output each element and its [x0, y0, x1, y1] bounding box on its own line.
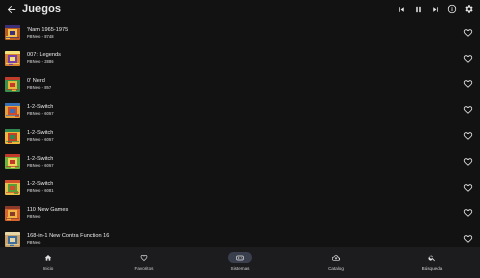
game-title: 0' Nerd [27, 78, 45, 85]
game-list-item[interactable]: 007: Legends FBNeo - 2886 [0, 46, 480, 72]
app-bar: Juegos [0, 0, 480, 18]
game-title: 1-2-Switch [27, 155, 54, 162]
heart-outline-icon [132, 252, 156, 263]
game-cover-thumbnail [5, 154, 20, 170]
game-cover-thumbnail [5, 51, 20, 67]
game-list-item[interactable]: 1-2-Switch FBNeo - 6057 [0, 149, 480, 175]
heart-outline-icon[interactable] [462, 156, 474, 168]
game-info: 168-in-1 New Contra Function 16 FBNeo [27, 233, 109, 246]
game-system: FBNeo - 8748 [27, 33, 54, 39]
game-list: 'Nam 1965-1975 FBNeo - 8748 007: Legends… [0, 20, 480, 252]
game-system: FBNeo [27, 240, 41, 246]
game-cover-thumbnail [5, 231, 20, 247]
nav-item-favoritos[interactable]: Favoritos [96, 247, 192, 278]
game-list-item[interactable]: 1-2-Switch FBNeo - 6057 [0, 97, 480, 123]
gamepad-icon [228, 252, 252, 263]
game-cover-thumbnail [5, 205, 20, 221]
nav-item-inicio[interactable]: Inicio [0, 247, 96, 278]
game-title: 1-2-Switch [27, 181, 54, 188]
game-system: FBNeo - 6057 [27, 111, 54, 117]
heart-outline-icon[interactable] [462, 78, 474, 90]
game-info: 1-2-Switch FBNeo - 6057 [27, 130, 54, 143]
game-system: FBNeo - 6081 [27, 188, 54, 194]
game-cover-thumbnail [5, 76, 20, 92]
nav-item-catalog[interactable]: Catalog [288, 247, 384, 278]
game-list-item[interactable]: 1-2-Switch FBNeo - 6057 [0, 123, 480, 149]
game-info: 1-2-Switch FBNeo - 6081 [27, 181, 54, 194]
toolbar-actions [391, 2, 476, 16]
game-cover-thumbnail [5, 25, 20, 41]
game-info: 'Nam 1965-1975 FBNeo - 8748 [27, 27, 68, 40]
home-icon [36, 252, 60, 263]
game-cover-thumbnail [5, 128, 20, 144]
heart-outline-icon[interactable] [462, 53, 474, 65]
heart-outline-icon[interactable] [462, 27, 474, 39]
game-info: 007: Legends FBNeo - 2886 [27, 52, 61, 65]
game-info: 1-2-Switch FBNeo - 6057 [27, 156, 54, 169]
game-title: 168-in-1 New Contra Function 16 [27, 233, 110, 240]
game-system: FBNeo [27, 214, 41, 220]
skip-next-icon[interactable] [428, 2, 442, 16]
settings-icon[interactable] [462, 2, 476, 16]
game-system: FBNeo - 2886 [27, 59, 54, 65]
search-icon [420, 252, 444, 263]
page-title: Juegos [22, 3, 62, 15]
game-cover-thumbnail [5, 102, 20, 118]
heart-outline-icon[interactable] [462, 104, 474, 116]
game-title: 007: Legends [27, 52, 61, 59]
nav-item-sistemas[interactable]: Sistemas [192, 247, 288, 278]
game-list-item[interactable]: 0' Nerd FBNeo - 857 [0, 72, 480, 98]
game-system: FBNeo - 6057 [27, 162, 54, 168]
cloud-download-icon [324, 252, 348, 263]
heart-outline-icon[interactable] [462, 182, 474, 194]
game-title: 1-2-Switch [27, 104, 54, 111]
game-list-item[interactable]: 'Nam 1965-1975 FBNeo - 8748 [0, 20, 480, 46]
game-info: 1-2-Switch FBNeo - 6057 [27, 104, 54, 117]
pause-icon[interactable] [411, 2, 425, 16]
game-system: FBNeo - 6057 [27, 136, 54, 142]
game-title: 1-2-Switch [27, 129, 54, 136]
game-title: 'Nam 1965-1975 [27, 26, 69, 33]
game-cover-thumbnail [5, 180, 20, 196]
nav-label: Sistemas [230, 266, 250, 271]
nav-label: Catalog [328, 266, 344, 271]
heart-outline-icon[interactable] [462, 233, 474, 245]
game-title: 110 New Games [27, 207, 69, 214]
game-system: FBNeo - 857 [27, 85, 52, 91]
arrow-left-icon[interactable] [2, 0, 20, 18]
nav-label: Favoritos [134, 266, 154, 271]
nav-item-b-squeda[interactable]: Búsqueda [384, 247, 480, 278]
bottom-navigation: Inicio Favoritos Sistemas Catalog Búsque… [0, 247, 480, 278]
heart-outline-icon[interactable] [462, 207, 474, 219]
skip-previous-icon[interactable] [394, 2, 408, 16]
nav-label: Búsqueda [421, 266, 443, 271]
game-list-item[interactable]: 1-2-Switch FBNeo - 6081 [0, 175, 480, 201]
game-list-item[interactable]: 110 New Games FBNeo [0, 201, 480, 227]
game-info: 110 New Games FBNeo [27, 207, 68, 220]
info-icon[interactable] [445, 2, 459, 16]
heart-outline-icon[interactable] [462, 130, 474, 142]
nav-label: Inicio [42, 266, 54, 271]
game-info: 0' Nerd FBNeo - 857 [27, 78, 51, 91]
